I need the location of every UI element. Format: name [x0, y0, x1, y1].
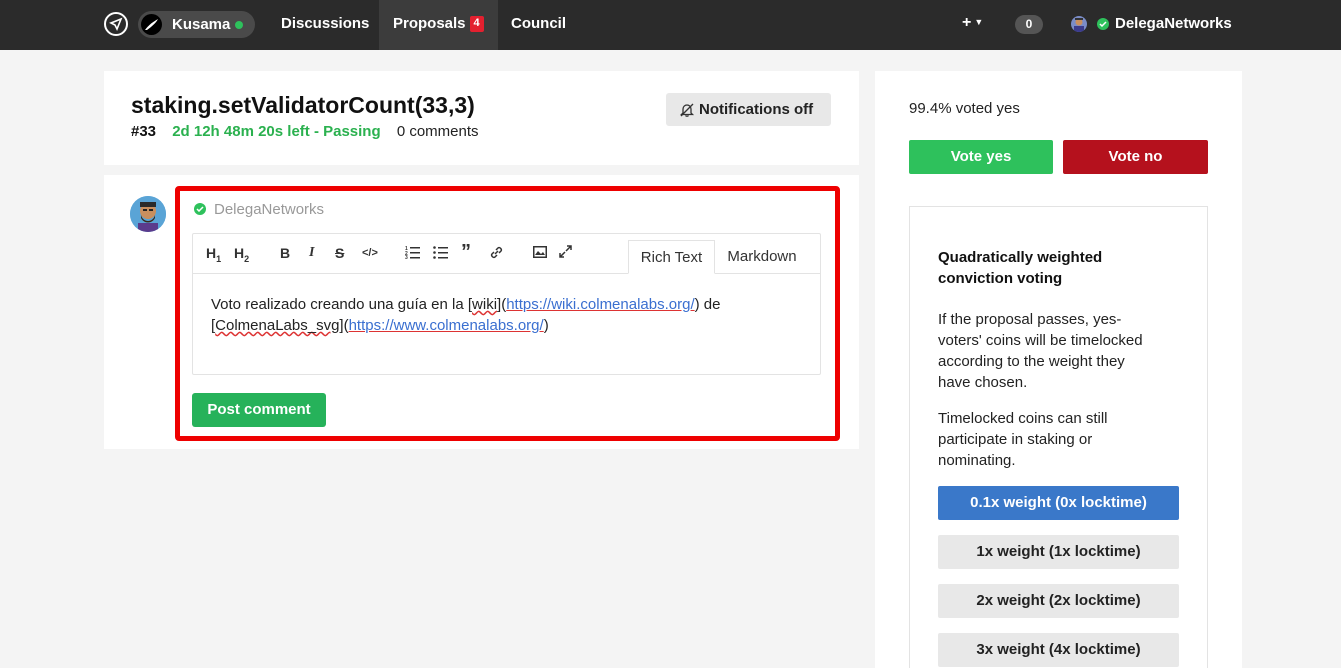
- kusama-bird-icon: [141, 14, 162, 35]
- bold-icon[interactable]: B: [280, 245, 290, 261]
- user-avatar[interactable]: [1071, 16, 1087, 32]
- text-segment: ](: [497, 296, 507, 313]
- notifications-count[interactable]: 0: [1015, 15, 1043, 34]
- weight-option-2x[interactable]: 2x weight (2x locktime): [938, 584, 1179, 618]
- vote-no-button[interactable]: Vote no: [1063, 140, 1208, 174]
- comment-editor[interactable]: H1 H2 B I S </> 123 ” Rich Text Markdown…: [192, 233, 821, 375]
- conviction-description: If the proposal passes, yes-voters' coin…: [938, 311, 1143, 391]
- proposal-id: #33: [131, 123, 157, 140]
- comment-form-card: DelegaNetworks H1 H2 B I S </> 123 ” Ric…: [104, 175, 859, 449]
- text-segment: ): [543, 317, 549, 334]
- chain-status-dot: [235, 21, 243, 29]
- proposal-header-card: staking.setValidatorCount(33,3) #33 2d 1…: [104, 71, 859, 165]
- bell-off-icon: [679, 103, 695, 117]
- text-segment: ](: [339, 317, 349, 334]
- editor-toolbar: H1 H2 B I S </> 123 ” Rich Text Markdown: [193, 234, 820, 274]
- verified-check-icon: [1097, 18, 1109, 30]
- text-link: https://www.colmenalabs.org/: [348, 317, 544, 334]
- weight-option-1x[interactable]: 1x weight (1x locktime): [938, 535, 1179, 569]
- nav-council[interactable]: Council: [497, 0, 580, 50]
- new-item-dropdown[interactable]: + ▼: [962, 14, 983, 32]
- ordered-list-icon[interactable]: 123: [405, 245, 421, 262]
- heading1-icon[interactable]: H1: [206, 245, 221, 264]
- user-name[interactable]: DelegaNetworks: [1115, 15, 1232, 32]
- top-navbar: Kusama Discussions Proposals 4 Council + ▼…: [0, 0, 1341, 50]
- weight-option-0-1x[interactable]: 0.1x weight (0x locktime): [938, 486, 1179, 520]
- verified-check-icon: [194, 203, 206, 215]
- text-segment: wiki: [472, 296, 498, 313]
- weight-option-3x[interactable]: 3x weight (4x locktime): [938, 633, 1179, 667]
- notifications-off-label: Notifications off: [699, 101, 814, 118]
- chain-selector[interactable]: Kusama: [138, 11, 255, 38]
- comment-text[interactable]: Voto realizado creando una guía en la [w…: [211, 294, 806, 336]
- strike-icon[interactable]: S: [335, 245, 344, 261]
- post-comment-button[interactable]: Post comment: [192, 393, 326, 427]
- text-segment: ) de: [694, 296, 721, 313]
- proposal-time-left: 2d 12h 48m 20s left - Passing: [172, 123, 381, 140]
- plus-label: +: [962, 14, 972, 31]
- italic-icon[interactable]: I: [309, 245, 314, 261]
- chain-name: Kusama: [172, 16, 231, 33]
- voting-sidebar: 99.4% voted yes Vote yes Vote no Quadrat…: [875, 71, 1242, 668]
- tab-markdown[interactable]: Markdown: [716, 240, 808, 274]
- code-icon[interactable]: </>: [362, 247, 378, 259]
- compass-icon[interactable]: [104, 12, 128, 36]
- link-icon[interactable]: [489, 245, 504, 263]
- voted-yes-summary: 99.4% voted yes: [909, 100, 1020, 117]
- comment-author: DelegaNetworks: [214, 201, 325, 218]
- conviction-title: Quadratically weighted conviction voting: [938, 249, 1103, 287]
- author-avatar: [130, 196, 166, 232]
- proposal-comments-count[interactable]: 0 comments: [397, 123, 479, 140]
- expand-icon[interactable]: [559, 245, 572, 261]
- nav-discussions[interactable]: Discussions: [267, 0, 383, 50]
- heading2-icon[interactable]: H2: [234, 245, 249, 264]
- bullet-list-icon[interactable]: [433, 245, 449, 262]
- tab-rich-text[interactable]: Rich Text: [628, 240, 715, 274]
- conviction-note: Timelocked coins can still participate i…: [938, 410, 1108, 469]
- proposal-title: staking.setValidatorCount(33,3): [131, 92, 475, 118]
- proposal-meta: #33 2d 12h 48m 20s left - Passing 0 comm…: [131, 123, 479, 140]
- caret-down-icon: ▼: [974, 17, 984, 27]
- proposals-count-badge: 4: [469, 16, 484, 32]
- text-link: https://wiki.colmenalabs.org/: [506, 296, 695, 313]
- svg-text:3: 3: [405, 255, 408, 259]
- notifications-off-button[interactable]: Notifications off: [666, 93, 831, 126]
- image-icon[interactable]: [533, 245, 547, 261]
- text-segment: Voto realizado creando una guía en la [: [211, 296, 473, 313]
- vote-yes-button[interactable]: Vote yes: [909, 140, 1053, 174]
- conviction-voting-panel: Quadratically weighted conviction voting…: [909, 206, 1208, 668]
- nav-proposals[interactable]: Proposals 4: [379, 0, 498, 50]
- nav-proposals-label: Proposals: [393, 15, 466, 32]
- text-segment: ColmenaLabs_svg: [215, 317, 340, 334]
- quote-icon[interactable]: ”: [461, 241, 471, 264]
